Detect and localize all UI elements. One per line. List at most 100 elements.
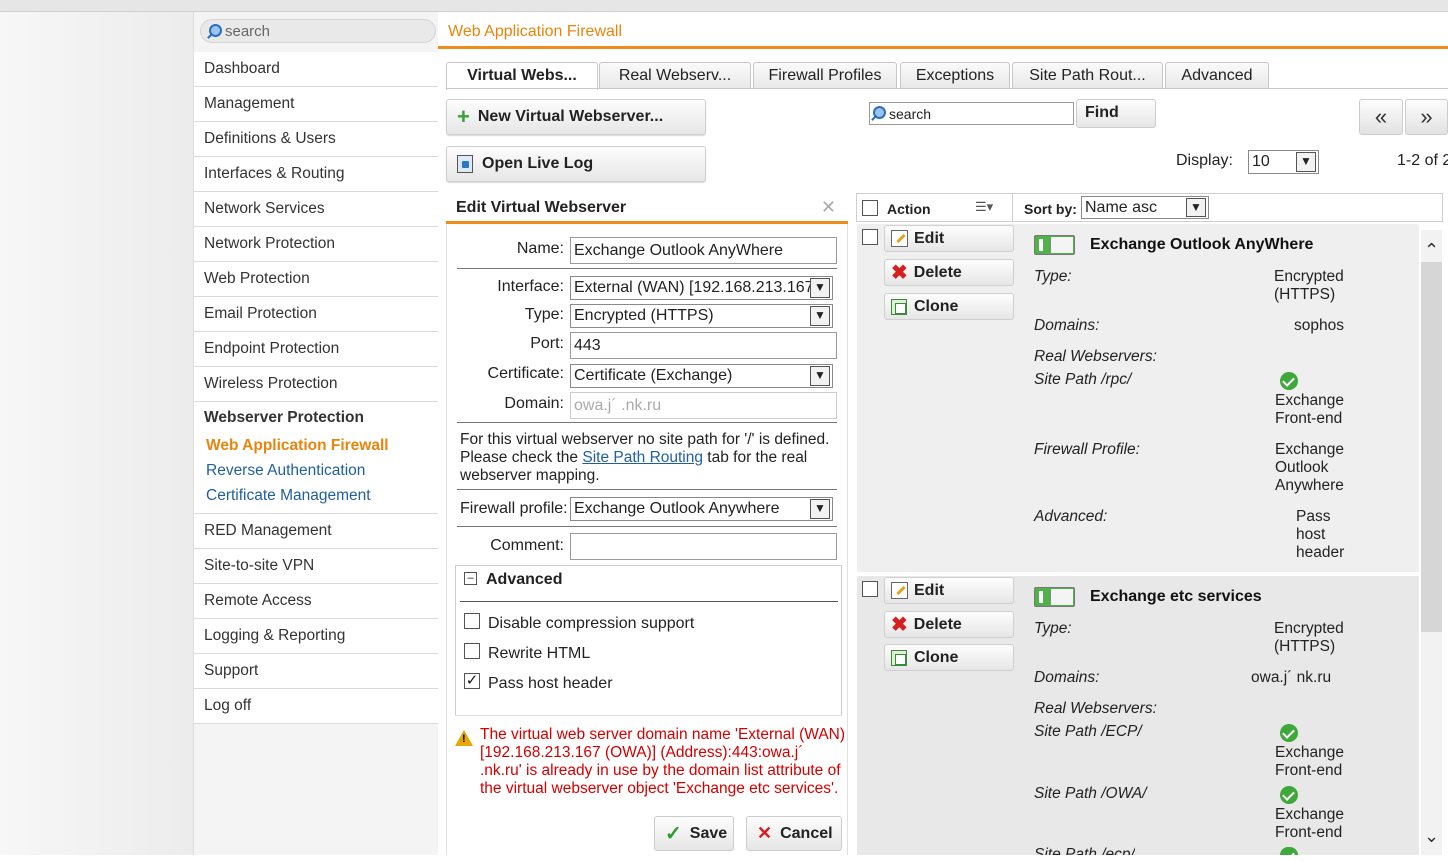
save-button-label: Save xyxy=(689,824,728,842)
browser-top-band xyxy=(0,0,1448,12)
tab-exceptions[interactable]: Exceptions xyxy=(900,62,1010,89)
warning-icon xyxy=(455,730,473,746)
firewall-profile-select[interactable]: Exchange Outlook Anywhere ▼ xyxy=(570,497,833,521)
scroll-down-icon[interactable]: ⌄ xyxy=(1421,826,1442,847)
sidebar-search-input[interactable]: search xyxy=(200,19,436,43)
sidebar-item-log-off[interactable]: Log off xyxy=(194,689,439,724)
row-2-checkbox[interactable] xyxy=(862,581,878,597)
new-virtual-webserver-label: New Virtual Webserver... xyxy=(477,108,664,125)
sidebar-item-network-protection[interactable]: Network Protection xyxy=(194,227,439,262)
row-1-checkbox[interactable] xyxy=(862,229,878,245)
sidebar: search Dashboard Management Definitions … xyxy=(193,12,439,855)
sidebar-group-webserver-protection: Webserver Protection Web Application Fir… xyxy=(194,402,439,514)
row-1-status-toggle[interactable] xyxy=(1034,235,1075,255)
sidebar-item-remote-access[interactable]: Remote Access xyxy=(194,584,439,619)
row-2-clone-button[interactable]: Clone xyxy=(884,644,1014,671)
search-icon xyxy=(873,106,886,119)
pass-host-header-checkbox[interactable]: ✓ xyxy=(464,673,480,689)
tab-virtual-webservers[interactable]: Virtual Webs... xyxy=(446,62,598,90)
error-message: The virtual web server domain name 'Exte… xyxy=(480,726,846,797)
divider xyxy=(457,489,837,490)
action-label: Action xyxy=(887,201,931,217)
port-label: Port: xyxy=(530,335,564,352)
tab-advanced[interactable]: Advanced xyxy=(1165,62,1269,89)
sidebar-item-site-to-site-vpn[interactable]: Site-to-site VPN xyxy=(194,549,439,584)
sidebar-subitem-web-application-firewall[interactable]: Web Application Firewall xyxy=(194,434,439,459)
rewrite-html-checkbox[interactable] xyxy=(464,643,480,659)
tab-real-webservers[interactable]: Real Webserv... xyxy=(599,62,751,89)
site-path-key: Site Path /ecp/ xyxy=(1034,846,1135,855)
search-icon xyxy=(209,23,222,37)
close-icon[interactable]: ✕ xyxy=(821,197,836,218)
firewall-profile-key: Firewall Profile: xyxy=(1034,441,1140,458)
disable-compression-checkbox[interactable] xyxy=(464,613,480,629)
prev-page-button[interactable]: « xyxy=(1359,99,1403,135)
sidebar-item-management[interactable]: Management xyxy=(194,87,439,122)
cancel-button[interactable]: ✕ Cancel xyxy=(746,816,842,851)
list-search-input[interactable]: search xyxy=(869,102,1074,125)
tab-site-path-routing[interactable]: Site Path Rout... xyxy=(1012,62,1163,89)
firewall-profile-label: Firewall profile: xyxy=(460,500,568,517)
edit-panel-title: Edit Virtual Webserver xyxy=(456,199,627,216)
sidebar-item-interfaces-routing[interactable]: Interfaces & Routing xyxy=(194,157,439,192)
comment-label: Comment: xyxy=(490,537,564,554)
sidebar-item-webserver-protection[interactable]: Webserver Protection xyxy=(194,402,439,434)
type-key: Type: xyxy=(1034,620,1072,637)
site-path-routing-link[interactable]: Site Path Routing xyxy=(582,449,703,466)
cancel-icon: ✕ xyxy=(757,823,773,843)
domain-field[interactable]: owa.j´ .nk.ru xyxy=(570,392,837,419)
list-scrollbar-thumb[interactable] xyxy=(1421,262,1442,632)
row-1-edit-button[interactable]: Edit xyxy=(884,225,1014,252)
interface-select[interactable]: External (WAN) [192.168.213.167 ▼ xyxy=(570,276,833,300)
scroll-up-icon[interactable]: ⌃ xyxy=(1421,240,1442,261)
find-button[interactable]: Find xyxy=(1076,99,1156,128)
list-header: Action ☰▾ Sort by: Name asc ▼ xyxy=(856,193,1443,222)
sidebar-item-definitions-users[interactable]: Definitions & Users xyxy=(194,122,439,157)
select-all-checkbox[interactable] xyxy=(862,200,878,216)
type-label: Type: xyxy=(524,306,564,323)
sidebar-item-dashboard[interactable]: Dashboard xyxy=(194,52,439,87)
row-1-clone-button[interactable]: Clone xyxy=(884,293,1014,320)
page-title: Web Application Firewall xyxy=(448,23,623,40)
next-page-button[interactable]: » xyxy=(1405,99,1448,135)
type-select[interactable]: Encrypted (HTTPS) ▼ xyxy=(570,304,833,328)
open-live-log-button[interactable]: Open Live Log xyxy=(446,146,706,182)
row-1-delete-button[interactable]: ✖ Delete xyxy=(884,259,1014,286)
clone-icon xyxy=(891,649,907,666)
sort-select[interactable]: Name asc ▼ xyxy=(1081,196,1209,219)
sidebar-subitem-reverse-authentication[interactable]: Reverse Authentication xyxy=(194,459,439,484)
action-menu-icon[interactable]: ☰▾ xyxy=(975,199,993,215)
sidebar-item-support[interactable]: Support xyxy=(194,654,439,689)
sidebar-item-logging-reporting[interactable]: Logging & Reporting xyxy=(194,619,439,654)
row-2-edit-button[interactable]: Edit xyxy=(884,577,1014,604)
row-2-status-toggle[interactable] xyxy=(1034,587,1075,607)
sidebar-item-red-management[interactable]: RED Management xyxy=(194,514,439,549)
port-field[interactable]: 443 xyxy=(570,332,837,359)
comment-field[interactable] xyxy=(570,533,837,560)
save-button[interactable]: ✓ Save xyxy=(654,816,734,851)
advanced-section-title[interactable]: Advanced xyxy=(486,571,562,589)
name-field[interactable]: Exchange Outlook AnyWhere xyxy=(570,237,837,264)
cancel-button-label: Cancel xyxy=(780,824,833,842)
sidebar-subitem-certificate-management[interactable]: Certificate Management xyxy=(194,484,439,509)
status-ok-icon xyxy=(1280,847,1298,855)
row-2-delete-button[interactable]: ✖ Delete xyxy=(884,611,1014,638)
chevron-down-icon: ▼ xyxy=(1186,198,1206,217)
sidebar-item-endpoint-protection[interactable]: Endpoint Protection xyxy=(194,332,439,367)
display-select[interactable]: 10 ▼ xyxy=(1248,150,1319,174)
interface-select-value: External (WAN) [192.168.213.167 xyxy=(574,279,814,296)
certificate-select[interactable]: Certificate (Exchange) ▼ xyxy=(570,364,833,388)
new-virtual-webserver-button[interactable]: + New Virtual Webserver... xyxy=(446,99,706,135)
row-1-title: Exchange Outlook AnyWhere xyxy=(1090,236,1314,253)
sidebar-item-web-protection[interactable]: Web Protection xyxy=(194,262,439,297)
tab-firewall-profiles[interactable]: Firewall Profiles xyxy=(753,62,897,89)
edit-icon xyxy=(891,230,908,247)
divider xyxy=(457,422,837,423)
collapse-icon[interactable]: – xyxy=(464,572,477,585)
sidebar-item-email-protection[interactable]: Email Protection xyxy=(194,297,439,332)
divider xyxy=(1012,194,1013,221)
domains-value: sophos xyxy=(1294,317,1344,334)
sidebar-item-wireless-protection[interactable]: Wireless Protection xyxy=(194,367,439,402)
sidebar-item-network-services[interactable]: Network Services xyxy=(194,192,439,227)
type-select-value: Encrypted (HTTPS) xyxy=(574,307,714,324)
